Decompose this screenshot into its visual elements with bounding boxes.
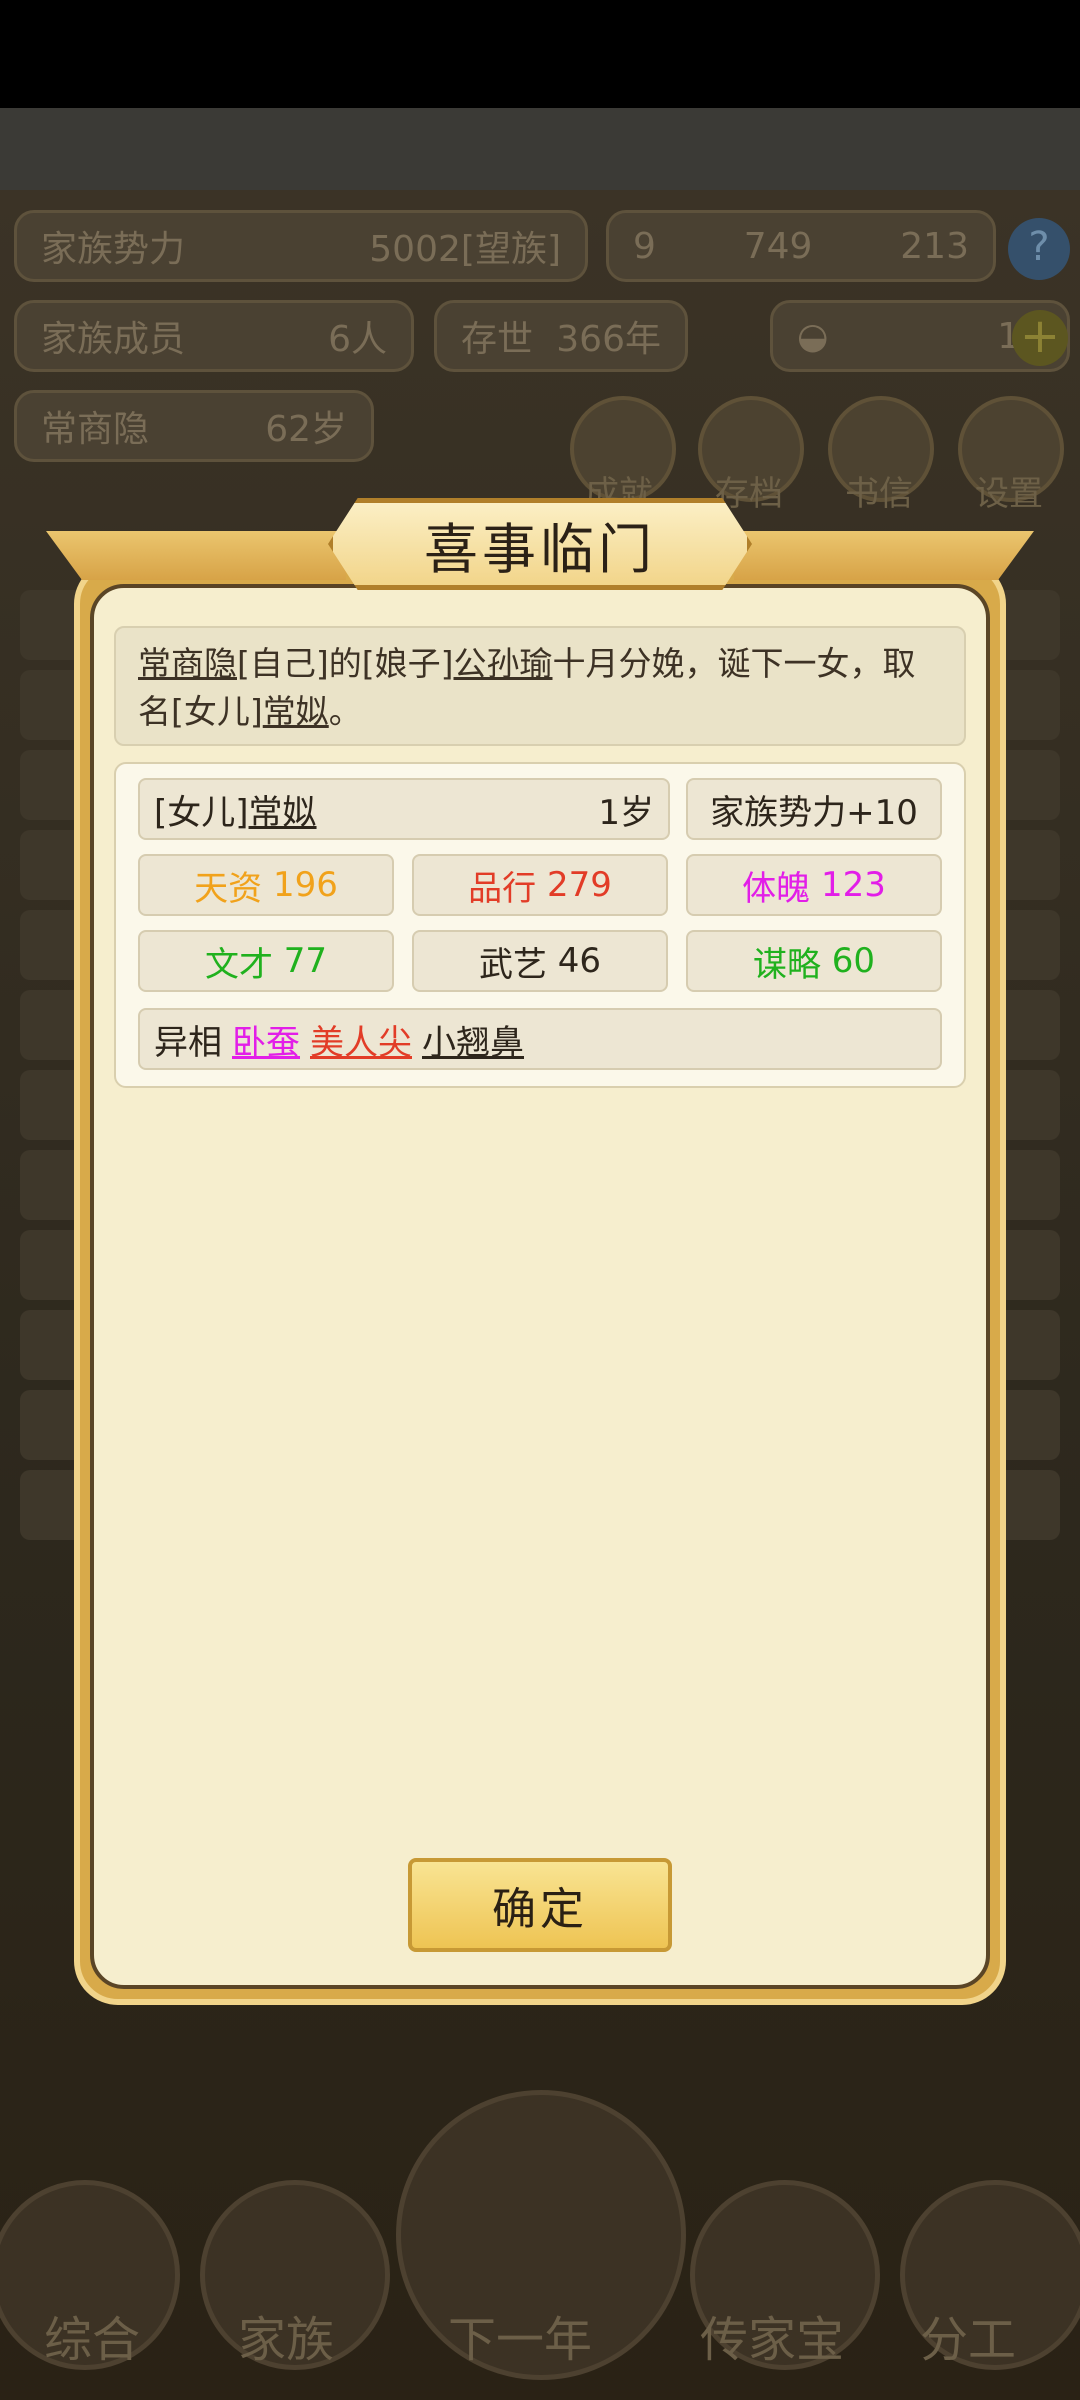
stat-physique: 体魄 123: [686, 854, 942, 916]
child-age: 1岁: [598, 792, 654, 833]
members-label: 家族成员: [41, 319, 186, 360]
currency-bar: 9 749 213: [606, 210, 996, 282]
family-power-bar: 家族势力 5002[望族]: [14, 210, 588, 282]
dialog-title-plate: 喜事临门: [328, 498, 752, 590]
stat-talent: 天资 196: [138, 854, 394, 916]
members-value: 6人: [328, 319, 387, 360]
menu-label-settings: 设置: [975, 474, 1043, 514]
existence-bar: 存世 366年: [434, 300, 688, 372]
child-relation: [女儿]: [154, 792, 249, 833]
trait-link[interactable]: 美人尖: [310, 1015, 412, 1064]
currency-a: 9: [633, 225, 656, 267]
trait-link[interactable]: 小翘鼻: [422, 1015, 524, 1064]
stat-strategy: 谋略 60: [686, 930, 942, 992]
currency-c: 213: [900, 225, 969, 267]
leader-bar: 常商隐 62岁: [14, 390, 374, 462]
top-strip: [0, 108, 1080, 190]
existence-label: 存世: [461, 319, 534, 360]
dialog-title: 喜事临门: [424, 517, 656, 581]
leader-name: 常商隐: [41, 409, 150, 450]
traits-cell: 异相 卧蚕 美人尖 小翘鼻: [138, 1008, 942, 1070]
nav-label-assignment: 分工: [920, 2312, 1017, 2368]
status-bar: [0, 0, 1080, 108]
menu-label-letters: 书信: [845, 474, 913, 514]
nav-label-family: 家族: [238, 2312, 335, 2368]
family-members-bar: 家族成员 6人: [14, 300, 414, 372]
stat-martial: 武艺 46: [412, 930, 668, 992]
family-power-value: 5002[望族]: [369, 229, 561, 270]
nav-label-overview: 综合: [44, 2312, 141, 2368]
add-gold-button[interactable]: +: [1012, 310, 1068, 366]
child-name-cell: [女儿]常姒 1岁: [138, 778, 670, 840]
child-name-link[interactable]: 常姒: [263, 692, 329, 731]
confirm-button[interactable]: 确定: [408, 1858, 672, 1952]
nav-label-heirloom: 传家宝: [700, 2312, 845, 2368]
leader-age: 62岁: [265, 409, 347, 450]
stat-literary: 文才 77: [138, 930, 394, 992]
event-message: 常商隐[自己]的[娘子]公孙瑜十月分娩，诞下一女，取名[女儿]常姒。: [114, 626, 966, 746]
stat-conduct: 品行 279: [412, 854, 668, 916]
currency-b: 749: [743, 225, 813, 267]
trait-link[interactable]: 卧蚕: [232, 1015, 300, 1064]
leader-name-link[interactable]: 常商隐: [138, 644, 237, 683]
gold-ingot-icon: ◒: [797, 315, 829, 357]
existence-value: 366年: [556, 319, 661, 360]
traits-label: 异相: [154, 1022, 222, 1063]
nav-label-next-year: 下一年: [448, 2312, 593, 2368]
power-bonus-cell: 家族势力+10: [686, 778, 942, 840]
help-button[interactable]: ?: [1008, 218, 1070, 280]
family-power-label: 家族势力: [41, 229, 186, 270]
spouse-name-link[interactable]: 公孙瑜: [454, 644, 553, 683]
child-name[interactable]: 常姒: [249, 793, 317, 833]
